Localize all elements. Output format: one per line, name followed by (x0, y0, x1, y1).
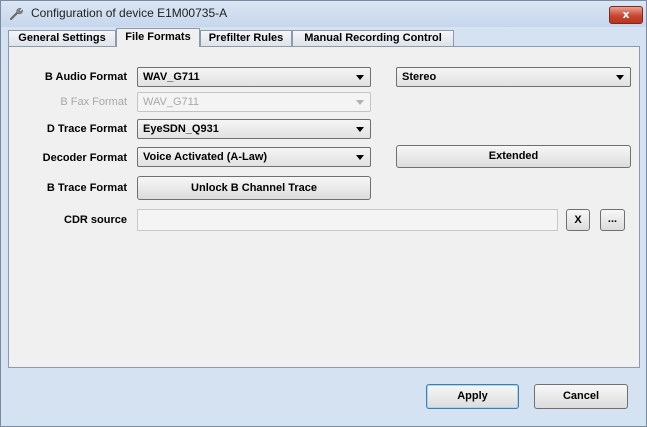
d-trace-format-value: EyeSDN_Q931 (143, 123, 219, 135)
tab-file-formats[interactable]: File Formats (116, 28, 200, 47)
chevron-down-icon (356, 155, 364, 160)
decoder-format-select[interactable]: Voice Activated (A-Law) (137, 147, 371, 167)
close-button[interactable]: x (609, 6, 643, 24)
cancel-button[interactable]: Cancel (534, 384, 628, 409)
d-trace-format-label: D Trace Format (46, 123, 127, 135)
dialog-window: Configuration of device E1M00735-A x Gen… (0, 0, 647, 427)
file-formats-panel: B Audio Format WAV_G711 Stereo B Fax For… (8, 46, 640, 368)
tab-manual-recording-control[interactable]: Manual Recording Control (292, 30, 454, 46)
cdr-source-field[interactable] (137, 209, 558, 231)
browse-cdr-button[interactable]: ... (600, 209, 625, 231)
b-fax-format-select: WAV_G711 (137, 92, 371, 112)
title-bar: Configuration of device E1M00735-A x (1, 1, 646, 27)
chevron-down-icon (356, 75, 364, 80)
chevron-down-icon (356, 127, 364, 132)
tab-general-settings[interactable]: General Settings (8, 30, 116, 46)
channel-mode-select[interactable]: Stereo (396, 67, 631, 87)
b-fax-format-value: WAV_G711 (143, 96, 200, 108)
b-fax-format-label: B Fax Format (60, 96, 127, 108)
b-audio-format-select[interactable]: WAV_G711 (137, 67, 371, 87)
d-trace-format-select[interactable]: EyeSDN_Q931 (137, 119, 371, 139)
clear-cdr-button[interactable]: X (566, 209, 590, 231)
chevron-down-icon (616, 75, 624, 80)
b-audio-format-label: B Audio Format (44, 71, 127, 83)
dialog-footer: Apply Cancel (1, 368, 646, 426)
wrench-icon (8, 6, 24, 22)
chevron-down-icon (356, 100, 364, 105)
unlock-b-channel-trace-button[interactable]: Unlock B Channel Trace (137, 176, 371, 200)
channel-mode-value: Stereo (402, 71, 437, 83)
window-title: Configuration of device E1M00735-A (31, 6, 228, 20)
tab-prefilter-rules[interactable]: Prefilter Rules (200, 30, 292, 46)
cdr-source-label: CDR source (64, 214, 127, 226)
b-trace-format-label: B Trace Format (46, 182, 127, 194)
decoder-format-value: Voice Activated (A-Law) (143, 151, 268, 163)
b-audio-format-value: WAV_G711 (143, 71, 200, 83)
apply-button[interactable]: Apply (426, 384, 519, 409)
extended-button[interactable]: Extended (396, 145, 631, 168)
decoder-format-label: Decoder Format (42, 152, 127, 164)
